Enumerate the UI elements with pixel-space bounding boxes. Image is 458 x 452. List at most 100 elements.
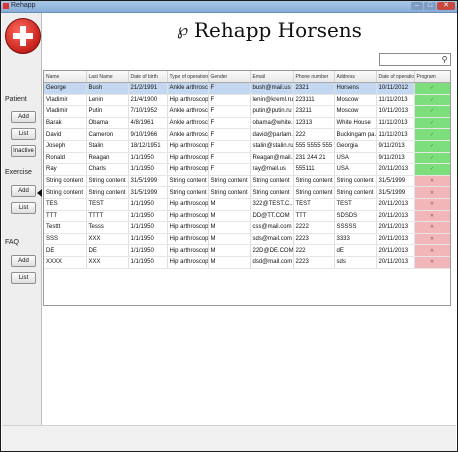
- table-row[interactable]: Vladimir Lenin 21/4/1900 Hip arthroscopy Fle…: [44, 94, 450, 107]
- table-header-row: Name Last Name Date of birth Type of operat…: [44, 71, 450, 83]
- table-cell: String content: [86, 186, 129, 199]
- exercise-add-button[interactable]: Add: [11, 185, 36, 197]
- program-status-cell[interactable]: ✓: [414, 140, 450, 153]
- table-cell: 222: [293, 128, 335, 141]
- table-cell: Reagan: [86, 152, 129, 165]
- table-row[interactable]: String content String content 31/5/1999 Str…: [44, 175, 450, 188]
- table-cell: String content: [167, 175, 209, 188]
- table-cell: Ronald: [44, 152, 87, 165]
- table-row[interactable]: Ronald Reagan 1/1/1950 Hip arthroscopy F Reag…: [44, 152, 450, 165]
- column-header[interactable]: Date of birth: [128, 71, 168, 83]
- table-row[interactable]: Ray Charls 1/1/1950 Hip arthroscopy Fray@mai…: [44, 163, 450, 176]
- table-cell: Ankle arthrosc...: [167, 105, 209, 118]
- table-row[interactable]: TES TEST 1/1/1950 Hip arthroscopy M 322@TEST.…: [44, 198, 450, 211]
- patient-table: Name Last Name Date of birth Type of operat…: [43, 70, 451, 306]
- column-header[interactable]: Phone number: [293, 71, 335, 83]
- table-row[interactable]: Testtt Tesss 1/1/1950 Hip arthroscopy Mcss@m…: [44, 221, 450, 234]
- table-cell: 20/11/2013: [376, 198, 415, 211]
- maximize-button[interactable]: □: [424, 2, 436, 10]
- program-status-cell[interactable]: ✓: [414, 163, 450, 176]
- column-header[interactable]: Program: [414, 71, 450, 83]
- column-header[interactable]: Address: [334, 71, 377, 83]
- table-cell: Buckingam pa...: [334, 128, 377, 141]
- table-cell: 3333: [334, 233, 377, 246]
- faq-list-button[interactable]: List: [11, 272, 36, 284]
- table-row[interactable]: TTT TTTT 1/1/1950 Hip arthroscopy M DD@TT.COM…: [44, 210, 450, 223]
- search-icon[interactable]: ⚲: [440, 55, 449, 64]
- patient-add-button[interactable]: Add: [11, 111, 36, 123]
- table-cell: F: [208, 82, 251, 95]
- table-cell: 18/12/1951: [128, 140, 168, 153]
- column-header[interactable]: Email: [250, 71, 294, 83]
- app-title: Rehapp Horsens: [194, 18, 362, 42]
- program-status-cell[interactable]: ✕: [414, 233, 450, 246]
- table-row[interactable]: GeorgeBush21/2/1991Ankle arthrosc...Fbus…: [44, 82, 450, 95]
- table-cell: Hip arthroscopy: [167, 94, 209, 107]
- table-row[interactable]: BarakObama4/8/1961Ankle arthrosc...Fobam…: [44, 117, 450, 130]
- column-header[interactable]: Last Name: [86, 71, 129, 83]
- minimize-button[interactable]: –: [411, 2, 423, 10]
- program-status-cell[interactable]: ✕: [414, 175, 450, 188]
- table-cell: 555111: [293, 163, 335, 176]
- program-status-cell[interactable]: ✓: [414, 117, 450, 130]
- table-cell: 20/11/2013: [376, 210, 415, 223]
- table-cell: Charls: [86, 163, 129, 176]
- table-row[interactable]: Joseph Stalin 18/12/1951 Hip arthroscopy Fst…: [44, 140, 450, 153]
- collapse-arrow-icon[interactable]: [37, 189, 42, 197]
- table-cell: USA: [334, 163, 377, 176]
- table-row[interactable]: VladimirPutin7/10/1952Ankle arthrosc...F…: [44, 105, 450, 118]
- table-cell: M: [208, 233, 251, 246]
- window-titlebar[interactable]: Rehapp – □ ✕: [1, 1, 457, 13]
- program-status-cell[interactable]: ✕: [414, 244, 450, 257]
- table-cell: F: [208, 94, 251, 107]
- faq-add-button[interactable]: Add: [11, 255, 36, 267]
- stethoscope-icon: ℘: [177, 20, 189, 39]
- program-status-cell[interactable]: ✕: [414, 221, 450, 234]
- table-cell: Hip arthroscopy: [167, 221, 209, 234]
- table-cell: 21/2/1991: [128, 82, 168, 95]
- column-header[interactable]: Gender: [208, 71, 251, 83]
- program-status-cell[interactable]: ✕: [414, 210, 450, 223]
- column-header[interactable]: Type of operation: [167, 71, 209, 83]
- table-cell: 21/4/1900: [128, 94, 168, 107]
- table-row[interactable]: String content String content 31/5/1999 Str…: [44, 186, 450, 199]
- table-cell: String content: [86, 175, 129, 188]
- program-status-cell[interactable]: ✕: [414, 256, 450, 269]
- table-cell: Moscow: [334, 105, 377, 118]
- table-row[interactable]: DavidCameron9/10/1966Ankle arthrosc...Fd…: [44, 128, 450, 141]
- program-status-cell[interactable]: ✓: [414, 152, 450, 165]
- table-cell: 9/10/1966: [128, 128, 168, 141]
- table-cell: Bush: [86, 82, 129, 95]
- status-bar: [2, 425, 456, 451]
- table-cell: String content: [250, 175, 294, 188]
- table-cell: 1/1/1950: [128, 233, 168, 246]
- column-header[interactable]: Date of operation: [376, 71, 415, 83]
- close-button[interactable]: ✕: [437, 2, 455, 10]
- search-input[interactable]: ⚲: [379, 53, 451, 66]
- patient-inactive-button[interactable]: Inactive: [11, 145, 36, 157]
- table-cell: 231 244 21: [293, 152, 335, 165]
- program-status-cell[interactable]: ✓: [414, 128, 450, 141]
- table-row[interactable]: DE DE 1/1/1950 Hip arthroscopy M 22D@DE.COM 22…: [44, 244, 450, 257]
- table-cell: SSSSS: [334, 221, 377, 234]
- program-status-cell[interactable]: ✓: [414, 105, 450, 118]
- patient-list-button[interactable]: List: [11, 128, 36, 140]
- program-status-cell[interactable]: ✕: [414, 198, 450, 211]
- table-cell: 1/1/1950: [128, 210, 168, 223]
- table-row[interactable]: SSS XXX 1/1/1950 Hip arthroscopy Msds@mail.c…: [44, 233, 450, 246]
- table-cell: Reagan@mail....: [250, 152, 294, 165]
- table-row[interactable]: XXXX XXX 1/1/1950 Hip arthroscopy Mdsd@mail.…: [44, 256, 450, 269]
- table-cell: lenin@kreml.ru: [250, 94, 294, 107]
- table-cell: putin@putin.ru: [250, 105, 294, 118]
- table-cell: M: [208, 221, 251, 234]
- table-cell: String content: [334, 175, 377, 188]
- program-status-cell[interactable]: ✕: [414, 186, 450, 199]
- table-cell: TTTT: [86, 210, 129, 223]
- program-status-cell[interactable]: ✓: [414, 94, 450, 107]
- table-cell: Vladimir: [44, 105, 87, 118]
- program-status-cell[interactable]: ✓: [414, 82, 450, 95]
- exercise-list-button[interactable]: List: [11, 202, 36, 214]
- table-cell: bush@mail.us: [250, 82, 294, 95]
- table-cell: Putin: [86, 105, 129, 118]
- column-header[interactable]: Name: [44, 71, 87, 83]
